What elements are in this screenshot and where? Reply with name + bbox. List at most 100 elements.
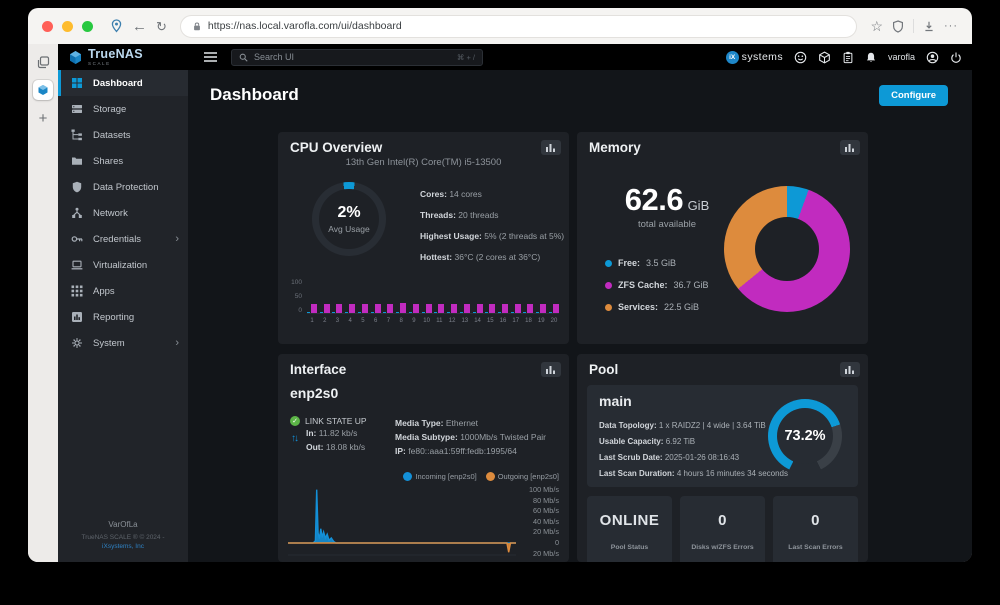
download-icon[interactable] <box>923 20 935 33</box>
pool-status-box: ONLINEPool Status <box>587 496 672 562</box>
x-tick: 19 <box>536 318 546 324</box>
legend-item-outgoing: Outgoing [enp2s0] <box>486 472 559 481</box>
cpu-core-bar-group <box>409 282 419 313</box>
sidebar-item-data-protection[interactable]: Data Protection <box>58 174 188 200</box>
chevron-right-icon: › <box>175 234 179 245</box>
sidebar-item-datasets[interactable]: Datasets <box>58 122 188 148</box>
cpu-core-bar-group <box>371 282 381 313</box>
x-tick: 16 <box>498 318 508 324</box>
x-tick: 9 <box>409 318 419 324</box>
stat-label: Hottest: <box>420 252 452 262</box>
cpu-core-bar-group <box>307 282 317 313</box>
truecommand-icon[interactable] <box>818 51 831 64</box>
menu-toggle-button[interactable] <box>204 52 217 62</box>
sidebar-item-shares[interactable]: Shares <box>58 148 188 174</box>
stat-label: Usable Capacity: <box>599 437 663 446</box>
truenas-logo[interactable]: TrueNAS SCALE <box>68 48 198 67</box>
search-shortcut: ⌘ + / <box>457 53 475 62</box>
legend-label: Services: <box>618 302 658 312</box>
pool-card-title: Pool <box>589 362 618 377</box>
address-bar[interactable]: https://nas.local.varofla.com/ui/dashboa… <box>180 15 858 38</box>
alerts-bell-icon[interactable] <box>865 51 877 64</box>
legend-item-free: Free:3.5 GiB <box>605 252 709 274</box>
stat-label: Threads: <box>420 210 456 220</box>
y-tick: 20 Mb/s <box>519 527 559 538</box>
feedback-smiley-icon[interactable] <box>794 51 807 64</box>
ixsystems-link[interactable]: iXsystems, Inc <box>58 543 188 550</box>
cpu-model-label: 13th Gen Intel(R) Core(TM) i5-13500 <box>278 157 569 168</box>
ix-logo-icon: iX <box>726 51 739 64</box>
back-button[interactable]: ← <box>132 19 147 34</box>
x-tick: 13 <box>460 318 470 324</box>
window-close-button[interactable] <box>42 21 53 32</box>
x-tick: 10 <box>422 318 432 324</box>
window-zoom-button[interactable] <box>82 21 93 32</box>
pool-status-boxes: ONLINEPool Status 0Disks w/ZFS Errors 0L… <box>587 496 858 562</box>
memory-card: Memory 62.6 GiB total available Free:3.5… <box>577 132 868 344</box>
interface-name: enp2s0 <box>290 385 338 401</box>
new-tab-button[interactable]: + <box>39 111 48 126</box>
dashboard-cards: CPU Overview 13th Gen Intel(R) Core(TM) … <box>278 132 868 562</box>
sidebar-item-dashboard[interactable]: Dashboard <box>58 70 188 96</box>
interface-report-icon[interactable] <box>541 362 561 377</box>
reload-button[interactable]: ↻ <box>156 20 167 33</box>
memory-report-icon[interactable] <box>840 140 860 155</box>
sidebar-item-virtualization[interactable]: Virtualization <box>58 252 188 278</box>
stat-value: 14 cores <box>449 189 482 199</box>
browser-tab-strip: + <box>28 44 58 562</box>
sidebar-item-credentials[interactable]: Credentials › <box>58 226 188 252</box>
stat-label: Cores: <box>420 189 447 199</box>
cpu-report-icon[interactable] <box>541 140 561 155</box>
truenas-favicon <box>37 84 49 96</box>
sidebar-item-label: Datasets <box>93 130 131 141</box>
window-minimize-button[interactable] <box>62 21 73 32</box>
truenas-logo-icon <box>68 50 83 65</box>
cpu-avg-usage-value: 2% <box>337 204 360 222</box>
location-pin-icon[interactable] <box>110 19 123 33</box>
stat-label: Highest Usage: <box>420 231 482 241</box>
cpu-overview-card: CPU Overview 13th Gen Intel(R) Core(TM) … <box>278 132 569 344</box>
y-tick: 50 <box>295 293 302 300</box>
ix-logo-text: systems <box>742 51 783 63</box>
shield-icon[interactable] <box>892 20 904 33</box>
memory-total-unit: GiB <box>688 198 710 213</box>
sidebar-item-label: Storage <box>93 104 126 115</box>
power-icon[interactable] <box>950 51 962 64</box>
network-chart-yaxis: 100 Mb/s 80 Mb/s 60 Mb/s 40 Mb/s 20 Mb/s… <box>519 485 559 559</box>
sidebar-item-network[interactable]: Network <box>58 200 188 226</box>
bookmark-star-button[interactable]: ☆ <box>870 19 883 33</box>
memory-total: 62.6 GiB total available <box>601 182 733 230</box>
memory-legend: Free:3.5 GiB ZFS Cache:36.7 GiB Services… <box>605 252 709 318</box>
more-button[interactable]: ··· <box>944 21 958 32</box>
browser-chrome: ← ↻ https://nas.local.varofla.com/ui/das… <box>28 8 972 44</box>
active-tab-button[interactable] <box>33 80 53 100</box>
brand-name: TrueNAS <box>88 48 143 61</box>
x-tick: 15 <box>485 318 495 324</box>
sidebar-item-storage[interactable]: Storage <box>58 96 188 122</box>
legend-dot <box>605 260 612 267</box>
account-icon[interactable] <box>926 51 939 64</box>
box-value: 0 <box>773 512 858 529</box>
configure-button[interactable]: Configure <box>879 85 948 106</box>
stat-value: 2025-01-26 08:16:43 <box>665 453 739 462</box>
stat-value: 1000Mb/s Twisted Pair <box>460 432 546 442</box>
cpu-core-chart-yaxis: 100 50 0 <box>286 282 304 314</box>
sidebar-item-system[interactable]: System › <box>58 330 188 356</box>
cpu-core-bar-group <box>358 282 368 313</box>
x-tick: 4 <box>345 318 355 324</box>
cpu-core-chart: 100 50 0 1234567891011121314151617181920 <box>286 282 561 338</box>
cpu-avg-usage-gauge: 2% Avg Usage <box>312 182 386 256</box>
legend-item-services: Services:22.5 GiB <box>605 296 709 318</box>
sidebar-item-apps[interactable]: Apps <box>58 278 188 304</box>
jobs-clipboard-icon[interactable] <box>842 51 854 64</box>
box-label: Disks w/ZFS Errors <box>680 544 765 551</box>
out-label: Out: <box>306 442 323 452</box>
pool-report-icon[interactable] <box>840 362 860 377</box>
tab-overview-icon[interactable] <box>37 56 50 69</box>
sidebar-item-reporting[interactable]: Reporting <box>58 304 188 330</box>
search-input[interactable]: Search UI ⌘ + / <box>231 49 483 66</box>
cpu-core-bar-group <box>447 282 457 313</box>
legend-item-zfs-cache: ZFS Cache:36.7 GiB <box>605 274 709 296</box>
ixsystems-logo[interactable]: iX systems <box>726 51 783 64</box>
legend-dot <box>605 304 612 311</box>
